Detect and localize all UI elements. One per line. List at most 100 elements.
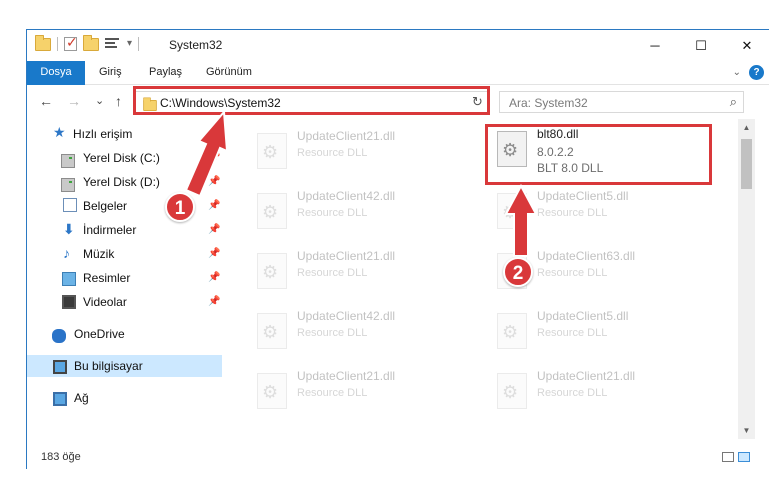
sidebar-item-network[interactable]: Ağ (27, 387, 222, 409)
details-view-button[interactable] (722, 452, 734, 462)
file-item[interactable]: UpdateClient21.dll Resource DLL (245, 125, 475, 179)
sidebar-item-local-disk-c[interactable]: Yerel Disk (C:) 📌 (27, 147, 222, 169)
file-name: UpdateClient21.dll (297, 369, 396, 383)
sidebar-item-quick-access[interactable]: ★ Hızlı erişim (27, 123, 222, 145)
back-button[interactable]: ← (39, 93, 53, 109)
folder-icon (35, 35, 51, 51)
vertical-scrollbar[interactable]: ▲ ▼ (738, 119, 755, 439)
search-icon[interactable]: ⌕ (730, 94, 737, 110)
search-placeholder[interactable]: Ara: System32 (509, 96, 588, 110)
maximize-button[interactable]: ☐ (678, 30, 724, 61)
music-icon: ♪ (63, 245, 70, 261)
pin-icon[interactable]: 📌 (208, 176, 220, 187)
refresh-button[interactable]: ↻ (468, 91, 488, 113)
sidebar-item-label: Yerel Disk (D:) (83, 175, 160, 189)
item-count: 183 öğe (41, 451, 81, 463)
sidebar-item-local-disk-d[interactable]: Yerel Disk (D:) 📌 (27, 171, 222, 193)
step-1-badge: 1 (165, 192, 195, 222)
view-toggle (722, 452, 750, 462)
pin-icon[interactable]: 📌 (208, 296, 220, 307)
explorer-window: ▾ System32 ─ ☐ ✕ Dosya Giriş Paylaş Görü… (26, 29, 769, 469)
address-bar[interactable]: C:\Windows\System32 ⌄ (135, 91, 486, 113)
sidebar-item-downloads[interactable]: ⬇ İndirmeler 📌 (27, 219, 222, 241)
file-type: Resource DLL (297, 207, 368, 219)
dll-file-icon (257, 253, 287, 289)
minimize-button[interactable]: ─ (632, 30, 678, 61)
customize-toolbar-icon[interactable] (105, 37, 121, 51)
file-name: blt80.dll (537, 127, 579, 141)
pictures-icon (62, 272, 76, 286)
download-icon: ⬇ (63, 221, 75, 237)
videos-icon (62, 295, 76, 309)
expand-ribbon-icon[interactable]: ⌄ (733, 67, 741, 78)
status-bar: 183 öğe (27, 444, 769, 469)
sidebar-item-videos[interactable]: Videolar 📌 (27, 291, 222, 313)
network-icon (53, 392, 67, 406)
pin-icon[interactable]: 📌 (208, 224, 220, 235)
step-2-badge: 2 (503, 257, 533, 287)
file-type: Resource DLL (537, 387, 608, 399)
tab-giris[interactable]: Giriş (89, 61, 132, 85)
file-name: UpdateClient42.dll (297, 189, 396, 203)
file-item[interactable]: UpdateClient21.dll Resource DLL (245, 245, 475, 299)
ribbon-tabs: Dosya Giriş Paylaş Görünüm ⌄ ? (27, 61, 769, 85)
folder-icon (143, 97, 157, 112)
scroll-down-button[interactable]: ▼ (738, 422, 755, 439)
new-folder-icon[interactable] (83, 35, 99, 51)
file-type: Resource DLL (297, 267, 368, 279)
pin-icon[interactable]: 📌 (208, 248, 220, 259)
star-icon: ★ (53, 124, 66, 140)
drive-icon (61, 154, 75, 168)
search-box[interactable]: Ara: System32 ⌕ (499, 91, 744, 113)
file-name: UpdateClient21.dll (297, 129, 396, 143)
file-item[interactable]: UpdateClient42.dll Resource DLL (245, 305, 475, 359)
address-path[interactable]: C:\Windows\System32 (160, 96, 281, 110)
dll-file-icon (257, 313, 287, 349)
file-item[interactable]: UpdateClient5.dll Resource DLL (485, 305, 715, 359)
recent-locations-button[interactable]: ⌄ (95, 94, 104, 107)
sidebar-item-music[interactable]: ♪ Müzik 📌 (27, 243, 222, 265)
file-type: Resource DLL (537, 207, 608, 219)
this-pc-icon (53, 360, 67, 374)
help-icon[interactable]: ? (749, 65, 764, 80)
tiles-view-button[interactable] (738, 452, 750, 462)
pin-icon[interactable]: 📌 (208, 200, 220, 211)
toolbar-dropdown-icon[interactable]: ▾ (127, 38, 132, 49)
sidebar-item-this-pc[interactable]: Bu bilgisayar (27, 355, 222, 377)
file-name: UpdateClient21.dll (297, 249, 396, 263)
pin-icon[interactable]: 📌 (208, 152, 220, 163)
properties-check-icon[interactable] (64, 34, 78, 51)
sidebar-item-pictures[interactable]: Resimler 📌 (27, 267, 222, 289)
file-type: Resource DLL (297, 387, 368, 399)
navigation-bar: ← → ⌄ ↑ C:\Windows\System32 ⌄ ↻ Ara: Sys… (27, 85, 769, 119)
tab-paylas[interactable]: Paylaş (139, 61, 192, 85)
sidebar-item-label: İndirmeler (83, 223, 137, 237)
dll-file-icon (497, 131, 527, 167)
file-item[interactable]: UpdateClient5.dll Resource DLL (485, 185, 715, 239)
sidebar-item-onedrive[interactable]: OneDrive (27, 323, 222, 345)
dll-file-icon (497, 313, 527, 349)
file-name: UpdateClient63.dll (537, 249, 636, 263)
file-item[interactable]: UpdateClient21.dll Resource DLL (245, 365, 475, 419)
file-name: UpdateClient5.dll (537, 309, 629, 323)
pin-icon[interactable]: 📌 (208, 272, 220, 283)
file-type: Resource DLL (297, 327, 368, 339)
title-bar: ▾ System32 ─ ☐ ✕ (27, 30, 769, 61)
sidebar-item-label: Müzik (83, 247, 115, 261)
sidebar-item-label: OneDrive (74, 327, 125, 341)
file-name: UpdateClient21.dll (537, 369, 636, 383)
tab-gorunum[interactable]: Görünüm (196, 61, 262, 85)
tab-dosya[interactable]: Dosya (27, 61, 85, 85)
file-item[interactable]: UpdateClient42.dll Resource DLL (245, 185, 475, 239)
dll-file-icon (257, 133, 287, 169)
scroll-up-button[interactable]: ▲ (738, 119, 755, 136)
scroll-thumb[interactable] (741, 139, 752, 189)
window-controls: ─ ☐ ✕ (632, 30, 769, 61)
file-item-blt80-dll[interactable]: blt80.dll 8.0.2.2 BLT 8.0 DLL (485, 123, 715, 177)
close-button[interactable]: ✕ (724, 30, 769, 61)
up-button[interactable]: ↑ (115, 93, 122, 109)
file-type: Resource DLL (297, 147, 368, 159)
document-icon (63, 198, 77, 212)
forward-button[interactable]: → (67, 93, 81, 109)
file-item[interactable]: UpdateClient21.dll Resource DLL (485, 365, 715, 419)
